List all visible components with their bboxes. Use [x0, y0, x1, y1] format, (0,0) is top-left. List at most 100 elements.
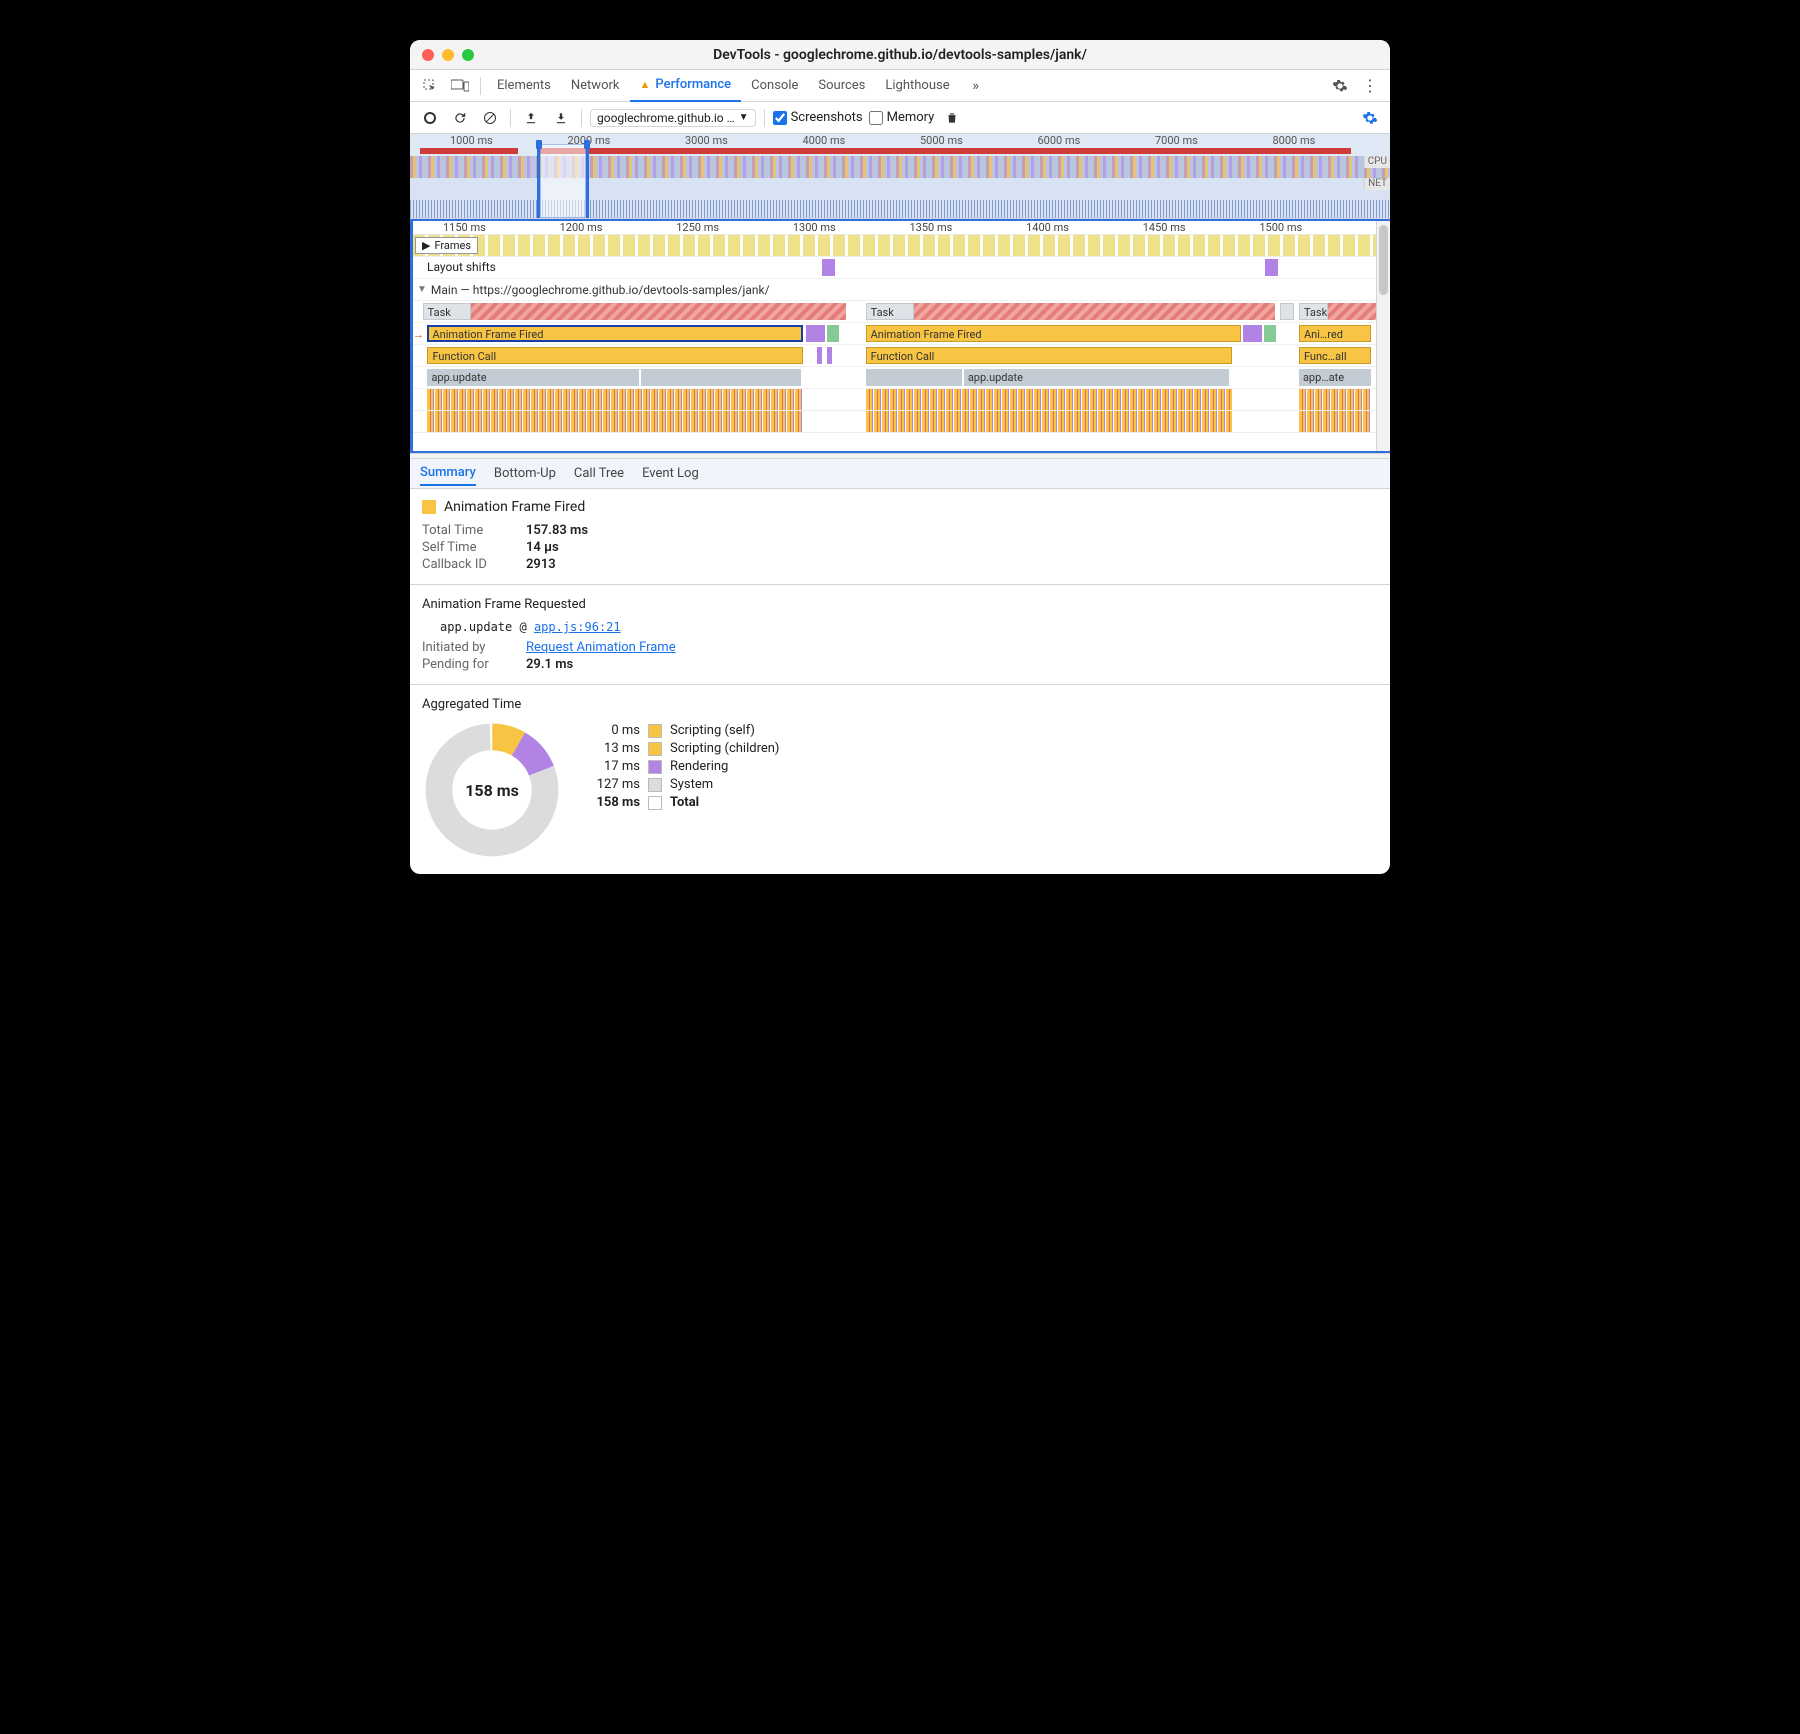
callback-id-label: Callback ID: [422, 557, 512, 572]
frames-lane[interactable]: ▶ Frames: [413, 235, 1376, 257]
inspect-element-icon[interactable]: [416, 73, 444, 99]
event-color-swatch: [422, 500, 436, 514]
app-update-segment[interactable]: app.update: [427, 369, 639, 386]
summary-event-title: Animation Frame Fired: [444, 499, 585, 515]
activity-stripe-lane[interactable]: [413, 389, 1376, 411]
perf-toolbar: googlechrome.github.io … ▼ Screenshots M…: [410, 102, 1390, 134]
settings-icon[interactable]: [1326, 73, 1354, 99]
aff-segment[interactable]: Animation Frame Fired: [866, 325, 1242, 342]
task-lane[interactable]: Task Task Task: [413, 301, 1376, 323]
panel-tab-label: Performance: [655, 77, 731, 92]
func-call-segment[interactable]: Function Call: [427, 347, 803, 364]
pending-for-label: Pending for: [422, 657, 512, 672]
summary-tab-bottom-up[interactable]: Bottom-Up: [494, 462, 556, 485]
panel-tab-label: Elements: [497, 78, 551, 93]
traffic-light-close[interactable]: [422, 49, 434, 61]
main-thread-label: Main — https://googlechrome.github.io/de…: [431, 283, 770, 297]
summary-tabbar: Summary Bottom-Up Call Tree Event Log: [410, 459, 1390, 489]
summary-tab-event-log[interactable]: Event Log: [642, 462, 699, 485]
main-thread-header[interactable]: ▼ Main — https://googlechrome.github.io/…: [413, 279, 1376, 301]
pending-for-value: 29.1 ms: [526, 657, 573, 672]
task-segment[interactable]: Task: [423, 303, 471, 320]
flame-chart[interactable]: 1150 ms1200 ms1250 ms1300 ms1350 ms1400 …: [410, 219, 1390, 453]
panel-tab-lighthouse[interactable]: Lighthouse: [875, 70, 959, 102]
panel-tab-sources[interactable]: Sources: [808, 70, 875, 102]
aff-segment-selected[interactable]: Animation Frame Fired: [427, 325, 803, 342]
agg-row: 127 msSystem: [584, 777, 779, 792]
layout-shifts-lane[interactable]: Layout shifts: [413, 257, 1376, 279]
panel-tab-label: Sources: [818, 78, 865, 93]
initiated-by-link[interactable]: Request Animation Frame: [526, 640, 676, 655]
app-update-lane[interactable]: app.update app.update app…ate: [413, 367, 1376, 389]
summary-tab-summary[interactable]: Summary: [420, 461, 476, 486]
selection-handle-left[interactable]: [536, 140, 542, 149]
devtools-window: DevTools - googlechrome.github.io/devtoo…: [410, 40, 1390, 874]
frames-row-header[interactable]: ▶ Frames: [415, 237, 478, 254]
more-panels-icon[interactable]: »: [962, 73, 990, 99]
device-toolbar-icon[interactable]: [446, 73, 474, 99]
clear-button[interactable]: [478, 106, 502, 130]
traffic-light-zoom[interactable]: [462, 49, 474, 61]
aggregated-donut-chart: 158 ms: [422, 720, 562, 860]
stack-function: app.update @: [440, 620, 527, 634]
long-task-segment[interactable]: [914, 303, 1275, 320]
agg-row: 17 msRendering: [584, 759, 779, 774]
stack-source-link[interactable]: app.js:96:21: [534, 620, 621, 634]
memory-checkbox[interactable]: Memory: [869, 110, 935, 125]
kebab-menu-icon[interactable]: ⋮: [1356, 73, 1384, 99]
upload-profile-button[interactable]: [519, 106, 543, 130]
selection-handle-right[interactable]: [584, 140, 590, 149]
app-update-segment[interactable]: app.update: [964, 369, 1229, 386]
total-time-value: 157.83 ms: [526, 523, 588, 538]
task-segment[interactable]: Task: [866, 303, 914, 320]
requested-section-title: Animation Frame Requested: [422, 597, 1378, 612]
app-update-segment[interactable]: app…ate: [1299, 369, 1371, 386]
profile-url: googlechrome.github.io …: [597, 111, 735, 125]
summary-panel: Animation Frame Fired Total Time 157.83 m…: [410, 489, 1390, 874]
flame-scrollbar[interactable]: [1376, 221, 1390, 451]
reload-record-button[interactable]: [448, 106, 472, 130]
long-task-segment[interactable]: [1328, 303, 1376, 320]
traffic-light-minimize[interactable]: [442, 49, 454, 61]
warning-icon: ▲: [640, 78, 651, 91]
perf-settings-icon[interactable]: [1358, 106, 1382, 130]
record-button[interactable]: [418, 106, 442, 130]
total-time-label: Total Time: [422, 523, 512, 538]
aff-lane[interactable]: → Animation Frame Fired Animation Frame …: [413, 323, 1376, 345]
screenshots-label: Screenshots: [791, 110, 863, 125]
overview-net-label: NET: [1364, 178, 1390, 190]
frames-label: Frames: [434, 239, 471, 252]
panel-tab-label: Lighthouse: [885, 78, 949, 93]
expand-icon: ▶: [422, 239, 430, 252]
task-segment[interactable]: Task: [1299, 303, 1328, 320]
callback-id-value: 2913: [526, 557, 556, 572]
download-profile-button[interactable]: [549, 106, 573, 130]
panel-tab-network[interactable]: Network: [561, 70, 630, 102]
self-time-label: Self Time: [422, 540, 512, 555]
aff-segment[interactable]: Ani…red: [1299, 325, 1371, 342]
memory-label: Memory: [887, 110, 935, 125]
donut-center-value: 158 ms: [422, 720, 562, 860]
func-call-segment[interactable]: Func…all: [1299, 347, 1371, 364]
panel-tab-label: Network: [571, 78, 620, 93]
long-task-segment[interactable]: [471, 303, 847, 320]
panel-tab-console[interactable]: Console: [741, 70, 808, 102]
overview-pane[interactable]: 1000 ms2000 ms3000 ms4000 ms5000 ms6000 …: [410, 134, 1390, 219]
func-call-lane[interactable]: Function Call Function Call Func…all: [413, 345, 1376, 367]
overview-selection[interactable]: [537, 144, 589, 218]
activity-stripe-lane[interactable]: [413, 411, 1376, 433]
aggregated-time-title: Aggregated Time: [422, 697, 1378, 712]
screenshots-checkbox[interactable]: Screenshots: [773, 110, 863, 125]
garbage-collect-button[interactable]: [940, 106, 964, 130]
profile-selector[interactable]: googlechrome.github.io … ▼: [590, 109, 756, 127]
func-call-segment[interactable]: Function Call: [866, 347, 1232, 364]
aggregated-legend: 0 msScripting (self)13 msScripting (chil…: [584, 720, 779, 813]
panel-tab-performance[interactable]: ▲ Performance: [630, 70, 742, 102]
detail-time-ruler: 1150 ms1200 ms1250 ms1300 ms1350 ms1400 …: [413, 221, 1376, 235]
self-time-value: 14 µs: [526, 540, 559, 555]
agg-row: 0 msScripting (self): [584, 723, 779, 738]
panel-tab-elements[interactable]: Elements: [487, 70, 561, 102]
summary-tab-call-tree[interactable]: Call Tree: [574, 462, 624, 485]
panel-tab-label: Console: [751, 78, 798, 93]
panel-tabbar: Elements Network ▲ Performance Console Source…: [410, 70, 1390, 102]
